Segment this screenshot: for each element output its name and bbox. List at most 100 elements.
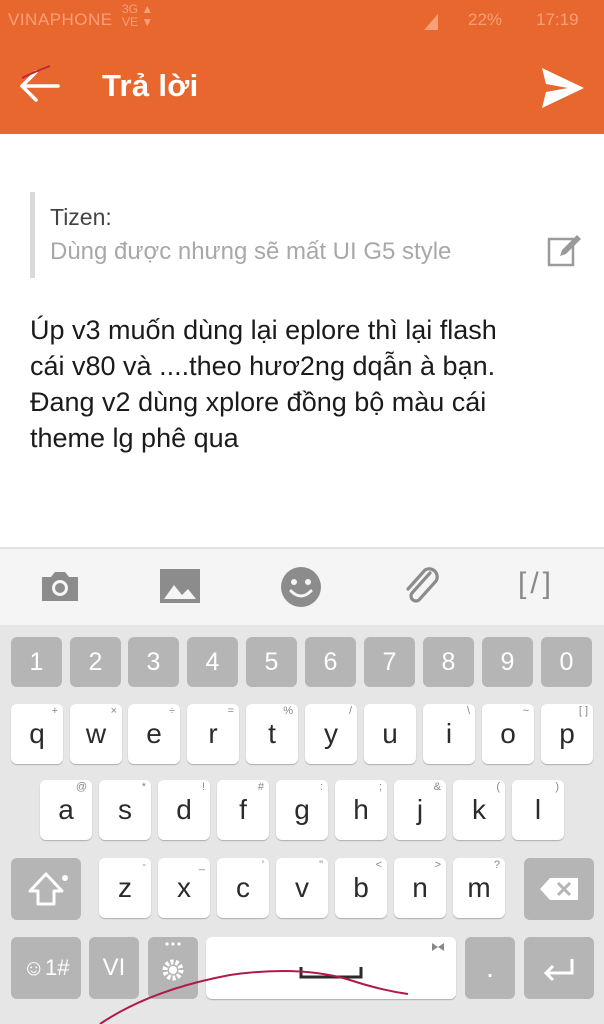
key-alt-char: > — [434, 859, 441, 871]
clock: 17:19 — [536, 10, 579, 29]
key-alt-char: ? — [493, 859, 500, 871]
key-m[interactable]: ? m — [453, 858, 505, 918]
key-x[interactable]: _ x — [158, 858, 210, 918]
key-label: o — [500, 718, 516, 749]
key-alt-char: * — [141, 781, 146, 793]
key-i[interactable]: \ i — [423, 704, 475, 764]
key-label: t — [268, 718, 276, 749]
key-h[interactable]: ; h — [335, 780, 387, 840]
shift-key[interactable] — [11, 858, 81, 920]
key-s[interactable]: * s — [99, 780, 151, 840]
key-5[interactable]: 5 — [246, 637, 297, 687]
key-g[interactable]: :g — [276, 780, 328, 840]
key-label: w — [85, 718, 107, 749]
key-p[interactable]: [ ] p — [541, 704, 593, 764]
key-d[interactable]: ! d — [158, 780, 210, 840]
key-alt-char: ) — [555, 781, 559, 793]
attachment-toolbar: [/] — [0, 547, 604, 625]
key-4[interactable]: 4 — [187, 637, 238, 687]
key-1[interactable]: 1 — [11, 637, 62, 687]
key-label: p — [559, 718, 575, 749]
key-e[interactable]: ÷ e — [128, 704, 180, 764]
edit-quote-button[interactable] — [546, 232, 582, 268]
camera-button[interactable] — [38, 565, 82, 609]
key-9[interactable]: 9 — [482, 637, 533, 687]
language-key[interactable]: VI — [89, 937, 139, 999]
key-0[interactable]: 0 — [541, 637, 592, 687]
enter-icon — [543, 959, 574, 982]
key-label: x — [177, 872, 191, 903]
app-header: VINAPHONE 3G ▲ VE ▼ 22% 17:19 Trả lời — [0, 0, 604, 134]
key-alt-char: # — [257, 781, 264, 793]
message-input[interactable]: Úp v3 muốn dùng lại eplore thì lại flash… — [30, 312, 590, 456]
space-key[interactable] — [206, 937, 456, 999]
gear-icon — [162, 942, 184, 981]
key-alt-char: \ — [466, 705, 470, 717]
attachment-button[interactable] — [400, 565, 444, 609]
key-y[interactable]: / y — [305, 704, 357, 764]
key-f[interactable]: # f — [217, 780, 269, 840]
key-alt-char: × — [110, 705, 117, 717]
key-r[interactable]: = r — [187, 704, 239, 764]
emoji-button[interactable] — [279, 565, 323, 609]
key-c[interactable]: ' c — [217, 858, 269, 918]
key-t[interactable]: % t — [246, 704, 298, 764]
key-label: a — [58, 794, 74, 825]
key-label: j — [416, 794, 424, 825]
key-alt-char: @ — [75, 781, 87, 793]
key-alt-char: [ ] — [578, 705, 588, 717]
key-label: e — [146, 718, 162, 749]
key-label: c — [236, 872, 250, 903]
key-alt-char: ; — [378, 781, 382, 793]
bbcode-button[interactable]: [/] — [518, 567, 572, 607]
message-line: cái v80 và ....theo hươ2ng dqẫn à bạn. — [30, 351, 496, 381]
key-label: l — [534, 794, 542, 825]
key-alt-char: ! — [201, 781, 205, 793]
signal-icon — [424, 14, 438, 30]
enter-key[interactable] — [524, 937, 594, 999]
key-3[interactable]: 3 — [128, 637, 179, 687]
backspace-key[interactable] — [524, 858, 594, 920]
settings-key[interactable] — [148, 937, 198, 999]
key-7[interactable]: 7 — [364, 637, 415, 687]
key-alt-char: " — [319, 859, 323, 871]
keyboard: 1 2 3 4 5 6 7 8 9 0 + q × w ÷ e = r % t / y u … — [0, 625, 604, 1024]
key-2[interactable]: 2 — [70, 637, 121, 687]
key-o[interactable]: ~ o — [482, 704, 534, 764]
quote-text: Dùng được nhưng sẽ mất UI G5 style — [50, 238, 452, 265]
key-label: d — [176, 794, 192, 825]
send-button[interactable] — [536, 62, 588, 114]
key-8[interactable]: 8 — [423, 637, 474, 687]
symbols-key[interactable]: ☺1# — [11, 937, 81, 999]
key-b[interactable]: < b — [335, 858, 387, 918]
message-line: theme lg phê qua — [30, 423, 239, 453]
key-l[interactable]: ) l — [512, 780, 564, 840]
key-label: u — [382, 718, 398, 749]
key-alt-char: & — [433, 781, 441, 793]
backspace-icon — [540, 878, 578, 900]
key-w[interactable]: × w — [70, 704, 122, 764]
key-alt-char: % — [283, 705, 293, 717]
key-label: n — [412, 872, 428, 903]
key-q[interactable]: + q — [11, 704, 63, 764]
key-j[interactable]: & j — [394, 780, 446, 840]
key-6[interactable]: 6 — [305, 637, 356, 687]
key-label: v — [295, 872, 309, 903]
page-title: Trả lời — [102, 68, 199, 103]
key-alt-char: = — [227, 705, 234, 717]
key-n[interactable]: > n — [394, 858, 446, 918]
back-button[interactable] — [14, 62, 70, 118]
key-v[interactable]: " v — [276, 858, 328, 918]
key-alt-char: < — [375, 859, 382, 871]
key-z[interactable]: -z — [99, 858, 151, 918]
period-key[interactable]: . — [465, 937, 515, 999]
key-k[interactable]: (k — [453, 780, 505, 840]
key-label: m — [467, 872, 491, 903]
attachment-icon — [406, 567, 439, 603]
image-button[interactable] — [158, 565, 202, 609]
key-a[interactable]: @ a — [40, 780, 92, 840]
image-icon — [160, 569, 200, 603]
key-label: k — [472, 794, 486, 825]
key-u[interactable]: u — [364, 704, 416, 764]
edit-icon — [547, 235, 581, 267]
